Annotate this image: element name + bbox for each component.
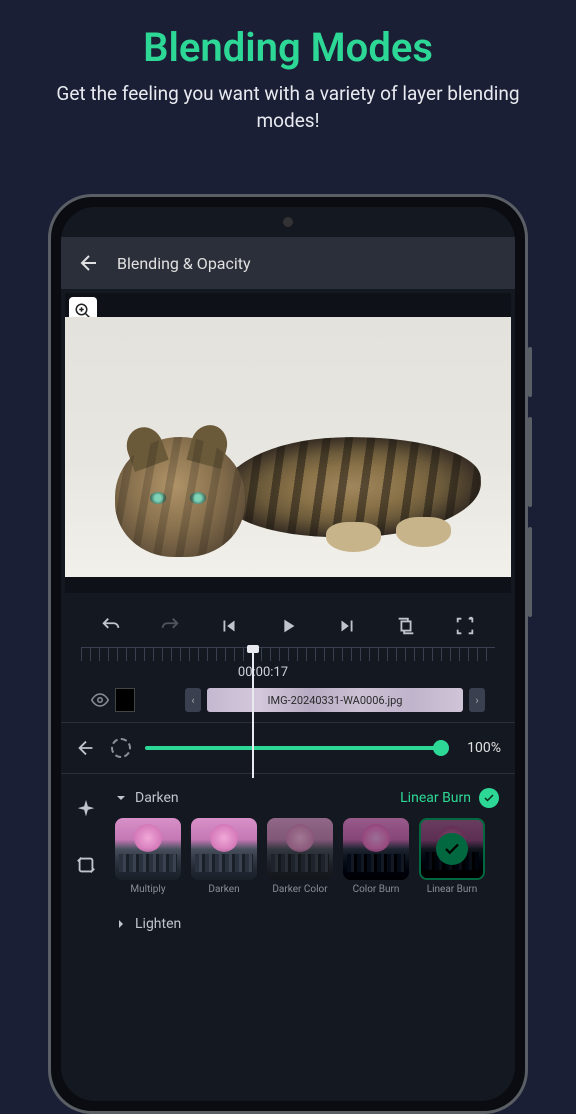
blend-label: Linear Burn [427, 884, 478, 906]
blend-panel: Darken Linear Burn Multiply [61, 773, 515, 942]
phone-side-button [528, 417, 532, 507]
undo-icon[interactable] [100, 615, 122, 637]
layers-icon[interactable] [395, 615, 417, 637]
timecode: 00:00:17 [61, 665, 495, 680]
visibility-icon[interactable] [91, 691, 109, 709]
check-icon [479, 788, 499, 808]
player-controls [61, 597, 515, 647]
phone-frame: Blending & Opacity [48, 194, 528, 1114]
phone-camera [283, 217, 293, 227]
crop-icon[interactable] [75, 854, 97, 876]
timeline-clip[interactable]: IMG-20240331-WA0006.jpg [207, 688, 463, 712]
blend-option-darken[interactable]: Darken [189, 818, 259, 906]
promo-title: Blending Modes [0, 24, 576, 71]
blend-option-multiply[interactable]: Multiply [113, 818, 183, 906]
side-tabs [61, 774, 111, 942]
promo-subtitle: Get the feeling you want with a variety … [0, 81, 576, 134]
track-row: ‹ IMG-20240331-WA0006.jpg › [81, 688, 495, 712]
blend-option-darker-color[interactable]: Darker Color [265, 818, 335, 906]
clip-next-icon[interactable]: › [469, 688, 485, 712]
blend-label: Darker Color [272, 884, 327, 906]
opacity-value: 100% [455, 740, 501, 756]
clip-prev-icon[interactable]: ‹ [185, 688, 201, 712]
check-icon [436, 833, 468, 865]
phone-side-button [528, 527, 532, 617]
back-arrow-icon[interactable] [77, 251, 101, 275]
expand-icon[interactable] [115, 918, 127, 930]
phone-side-button [528, 347, 532, 397]
blend-options: Multiply Darken Darker Color Color Burn [111, 818, 511, 906]
blend-label: Color Burn [353, 884, 400, 906]
category-name: Lighten [135, 916, 181, 932]
blend-label: Darken [208, 884, 239, 906]
sparkle-icon[interactable] [75, 798, 97, 820]
blend-label: Multiply [130, 884, 165, 906]
selected-blend-name: Linear Burn [400, 790, 471, 806]
fullscreen-icon[interactable] [454, 615, 476, 637]
slider-thumb[interactable] [433, 740, 449, 756]
timeline[interactable]: 00:00:17 ‹ IMG-20240331-WA0006.jpg › [61, 647, 515, 712]
blend-option-linear-burn[interactable]: Linear Burn [417, 818, 487, 906]
preview-image [65, 317, 511, 577]
redo-icon[interactable] [159, 615, 181, 637]
collapse-icon[interactable] [115, 792, 127, 804]
canvas-preview[interactable] [65, 293, 511, 593]
category-lighten[interactable]: Lighten [111, 906, 511, 932]
play-icon[interactable] [277, 615, 299, 637]
opacity-icon [111, 738, 131, 758]
category-name: Darken [135, 790, 179, 806]
screen-title: Blending & Opacity [117, 254, 251, 273]
track-thumb[interactable] [115, 688, 135, 712]
skip-start-icon[interactable] [218, 615, 240, 637]
opacity-row: 100% [61, 722, 515, 773]
blend-option-color-burn[interactable]: Color Burn [341, 818, 411, 906]
back-arrow-icon[interactable] [75, 737, 97, 759]
playhead[interactable] [252, 647, 254, 778]
timeline-ruler[interactable] [81, 647, 495, 661]
opacity-slider[interactable] [145, 746, 441, 750]
category-header[interactable]: Darken Linear Burn [111, 784, 511, 818]
topbar: Blending & Opacity [61, 237, 515, 289]
skip-end-icon[interactable] [336, 615, 358, 637]
